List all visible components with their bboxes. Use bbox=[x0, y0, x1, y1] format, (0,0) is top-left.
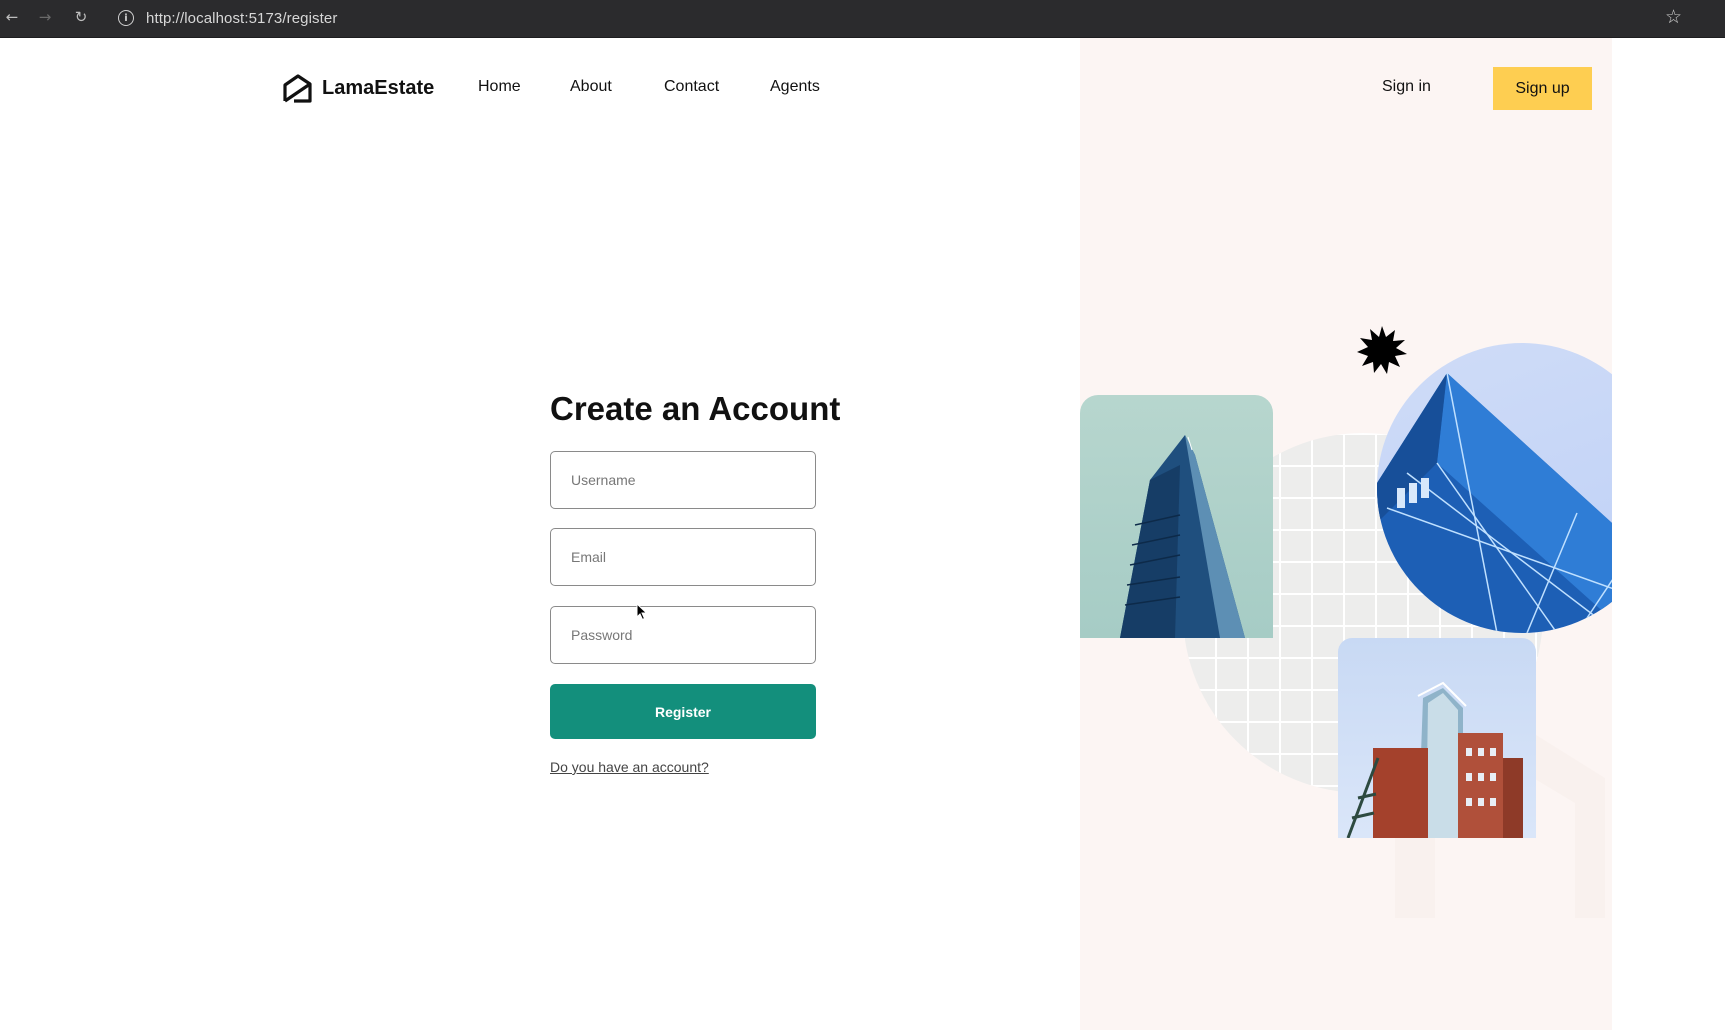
nav-link-about[interactable]: About bbox=[570, 78, 612, 96]
page-title: Create an Account bbox=[550, 390, 841, 427]
browser-toolbar: ← → ↻ i http://localhost:5173/register ☆ bbox=[0, 0, 1725, 38]
email-input[interactable] bbox=[550, 528, 816, 586]
mouse-cursor-icon bbox=[636, 603, 648, 621]
username-input[interactable] bbox=[550, 451, 816, 509]
register-button[interactable]: Register bbox=[550, 684, 816, 739]
hero-image-panel bbox=[1080, 38, 1612, 1030]
arrow-right-icon: → bbox=[38, 8, 52, 26]
address-bar[interactable]: i http://localhost:5173/register ☆ bbox=[110, 4, 1700, 32]
brand-logo[interactable]: LamaEstate bbox=[282, 72, 434, 104]
password-input[interactable] bbox=[550, 606, 816, 664]
star-icon[interactable]: ☆ bbox=[1665, 6, 1682, 28]
reload-button[interactable]: ↻ bbox=[69, 5, 93, 29]
brand-name: LamaEstate bbox=[322, 76, 435, 99]
forward-button[interactable]: → bbox=[33, 5, 57, 29]
sign-in-link[interactable]: Sign in bbox=[1382, 78, 1431, 96]
info-icon[interactable]: i bbox=[118, 10, 134, 26]
starburst-decoration-icon bbox=[1357, 326, 1407, 374]
nav-link-contact[interactable]: Contact bbox=[664, 78, 719, 96]
sign-up-button[interactable]: Sign up bbox=[1493, 67, 1592, 110]
arrow-left-icon: ← bbox=[5, 8, 19, 26]
login-link[interactable]: Do you have an account? bbox=[550, 759, 709, 775]
brick-building-image bbox=[1338, 638, 1536, 838]
nav-link-home[interactable]: Home bbox=[478, 78, 521, 96]
url-text[interactable]: http://localhost:5173/register bbox=[146, 10, 337, 27]
reload-icon: ↻ bbox=[74, 8, 88, 26]
skyscraper-image bbox=[1080, 395, 1273, 638]
back-button[interactable]: ← bbox=[0, 5, 24, 29]
house-logo-icon bbox=[283, 74, 312, 103]
nav-link-agents[interactable]: Agents bbox=[770, 78, 820, 96]
